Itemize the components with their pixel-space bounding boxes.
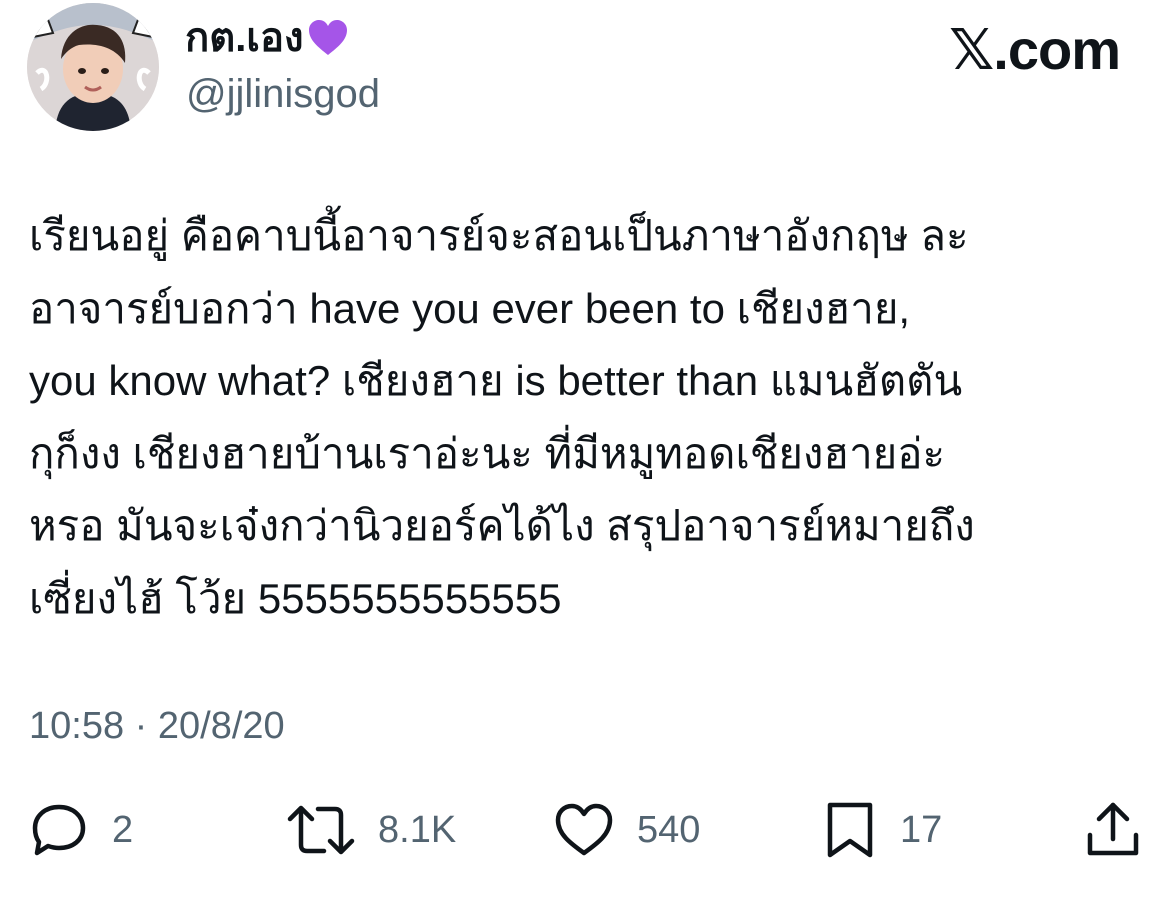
tweet-line: เซี่ยงไฮ้ โว้ย 5555555555555 — [29, 574, 562, 622]
tweet-line: อาจารย์บอกว่า have you ever been to เชีย… — [29, 284, 911, 332]
purple-heart-icon — [306, 16, 350, 60]
like-button[interactable]: 540 — [553, 795, 700, 865]
tweet-line: เรียนอยู่ คือคาบนี้อาจารย์จะสอนเป็นภาษาอ… — [29, 212, 969, 259]
heart-outline-icon — [553, 799, 615, 861]
retweet-count: 8.1K — [378, 809, 457, 851]
reply-bubble-icon — [28, 799, 90, 861]
tweet-line: you know what? เชียงฮาย is better than แ… — [29, 357, 963, 404]
author-display-name[interactable]: กต.เอง — [185, 12, 350, 64]
reply-button[interactable]: 2 — [28, 795, 133, 865]
like-count: 540 — [637, 809, 701, 851]
retweet-icon — [286, 799, 356, 861]
author-handle[interactable]: @jjlinisgod — [186, 70, 380, 118]
action-bar: 2 8.1K 540 17 — [0, 795, 1169, 865]
tweet-card: กต.เอง @jjlinisgod 𝕏.com เรียนอยู่ คือคา… — [0, 0, 1169, 913]
avatar-image — [27, 3, 159, 131]
bookmark-button[interactable]: 17 — [822, 795, 942, 865]
share-button[interactable] — [1084, 795, 1142, 865]
bookmark-icon — [822, 799, 878, 861]
tweet-line: หรอ มันจะเจ๋งกว่านิวยอร์คได้ไง สรุปอาจาร… — [29, 502, 975, 549]
tweet-body: เรียนอยู่ คือคาบนี้อาจารย์จะสอนเป็นภาษาอ… — [29, 200, 1154, 635]
reply-count: 2 — [112, 809, 134, 851]
display-name-text: กต.เอง — [185, 16, 304, 60]
retweet-button[interactable]: 8.1K — [286, 795, 456, 865]
tweet-line: กุก็งง เชียงฮายบ้านเราอ่ะนะ ที่มีหมูทอดเ… — [29, 429, 946, 477]
brand-logo: 𝕏.com — [949, 18, 1121, 81]
tweet-timestamp[interactable]: 10:58 · 20/8/20 — [29, 700, 285, 752]
avatar[interactable] — [27, 3, 159, 131]
share-upload-icon — [1084, 799, 1142, 861]
bookmark-count: 17 — [900, 809, 943, 851]
